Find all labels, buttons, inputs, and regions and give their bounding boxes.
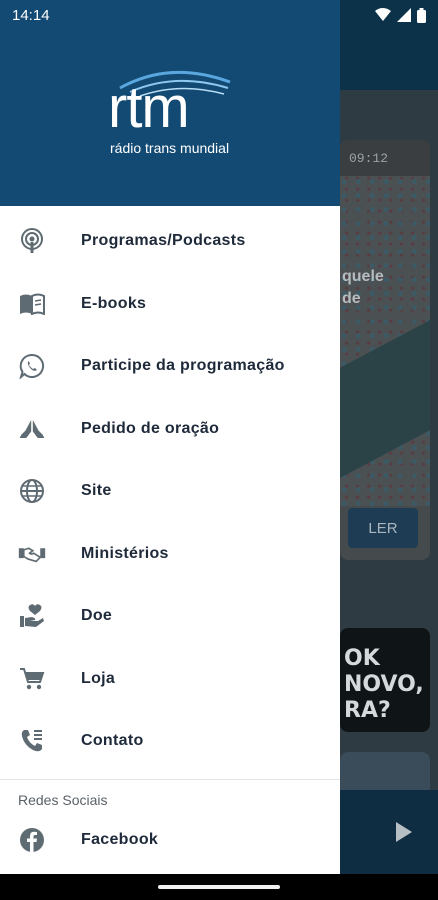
menu-item-site[interactable]: Site (0, 460, 340, 523)
read-button: LER (348, 508, 418, 548)
cart-icon (18, 665, 46, 693)
donate-heart-icon (18, 602, 46, 630)
menu-item-pedido-oracao[interactable]: Pedido de oração (0, 398, 340, 461)
system-nav-bar (0, 874, 438, 900)
menu-item-ebooks[interactable]: E-books (0, 273, 340, 336)
menu-item-contato[interactable]: Contato (0, 710, 340, 773)
promo-text: NOVO, (344, 672, 424, 697)
menu-item-participe[interactable]: Participe da programação (0, 335, 340, 398)
menu-item-ministerios[interactable]: Ministérios (0, 523, 340, 586)
menu-label: Doe (81, 607, 113, 625)
menu-label: E-books (81, 294, 147, 312)
menu-label: Pedido de oração (81, 419, 220, 437)
card-image (340, 320, 430, 478)
praying-hands-icon (18, 415, 46, 443)
menu-item-doe[interactable]: Doe (0, 585, 340, 648)
book-icon (18, 290, 46, 318)
status-time: 14:14 (12, 6, 50, 24)
handshake-icon (18, 540, 46, 568)
menu-label: Ministérios (81, 544, 169, 562)
logo-wordmark: rtm (108, 75, 190, 140)
promo-text: RA? (344, 698, 391, 723)
wifi-icon (375, 8, 391, 21)
promo-card: OK NOVO, RA? (340, 628, 430, 732)
menu-label: Site (81, 482, 112, 500)
menu-item-programas[interactable]: Programas/Podcasts (0, 210, 340, 273)
drawer-menu: Programas/Podcasts E-books Participe da … (0, 206, 340, 773)
facebook-icon (18, 826, 46, 854)
phone-icon (18, 727, 46, 755)
home-handle[interactable] (158, 885, 280, 889)
menu-item-loja[interactable]: Loja (0, 648, 340, 711)
card-time: 09:12 (348, 150, 388, 166)
logo-subtitle: rádio trans mundial (110, 140, 230, 156)
menu-label: Participe da programação (81, 357, 285, 375)
signal-icon (397, 8, 411, 22)
status-bar: 14:14 (0, 0, 438, 30)
navigation-drawer: rtm rádio trans mundial Programas/Podcas… (0, 0, 340, 874)
background-card: 09:12 quele de LER (340, 140, 430, 560)
drawer-header: rtm rádio trans mundial (0, 0, 340, 206)
card-text: de (342, 290, 361, 307)
menu-label: Programas/Podcasts (81, 232, 246, 250)
menu-label: Facebook (81, 830, 159, 848)
rtm-logo: rtm rádio trans mundial (100, 68, 240, 168)
menu-item-facebook[interactable]: Facebook (0, 814, 340, 866)
battery-icon (417, 7, 426, 23)
podcast-icon (18, 227, 46, 255)
menu-label: Loja (81, 669, 116, 687)
menu-label: Contato (81, 732, 144, 750)
play-icon (396, 822, 412, 842)
promo-text: OK (344, 646, 380, 671)
whatsapp-icon (18, 352, 46, 380)
globe-icon (18, 477, 46, 505)
social-section-title: Redes Sociais (18, 791, 108, 808)
card-text: quele (342, 268, 384, 285)
